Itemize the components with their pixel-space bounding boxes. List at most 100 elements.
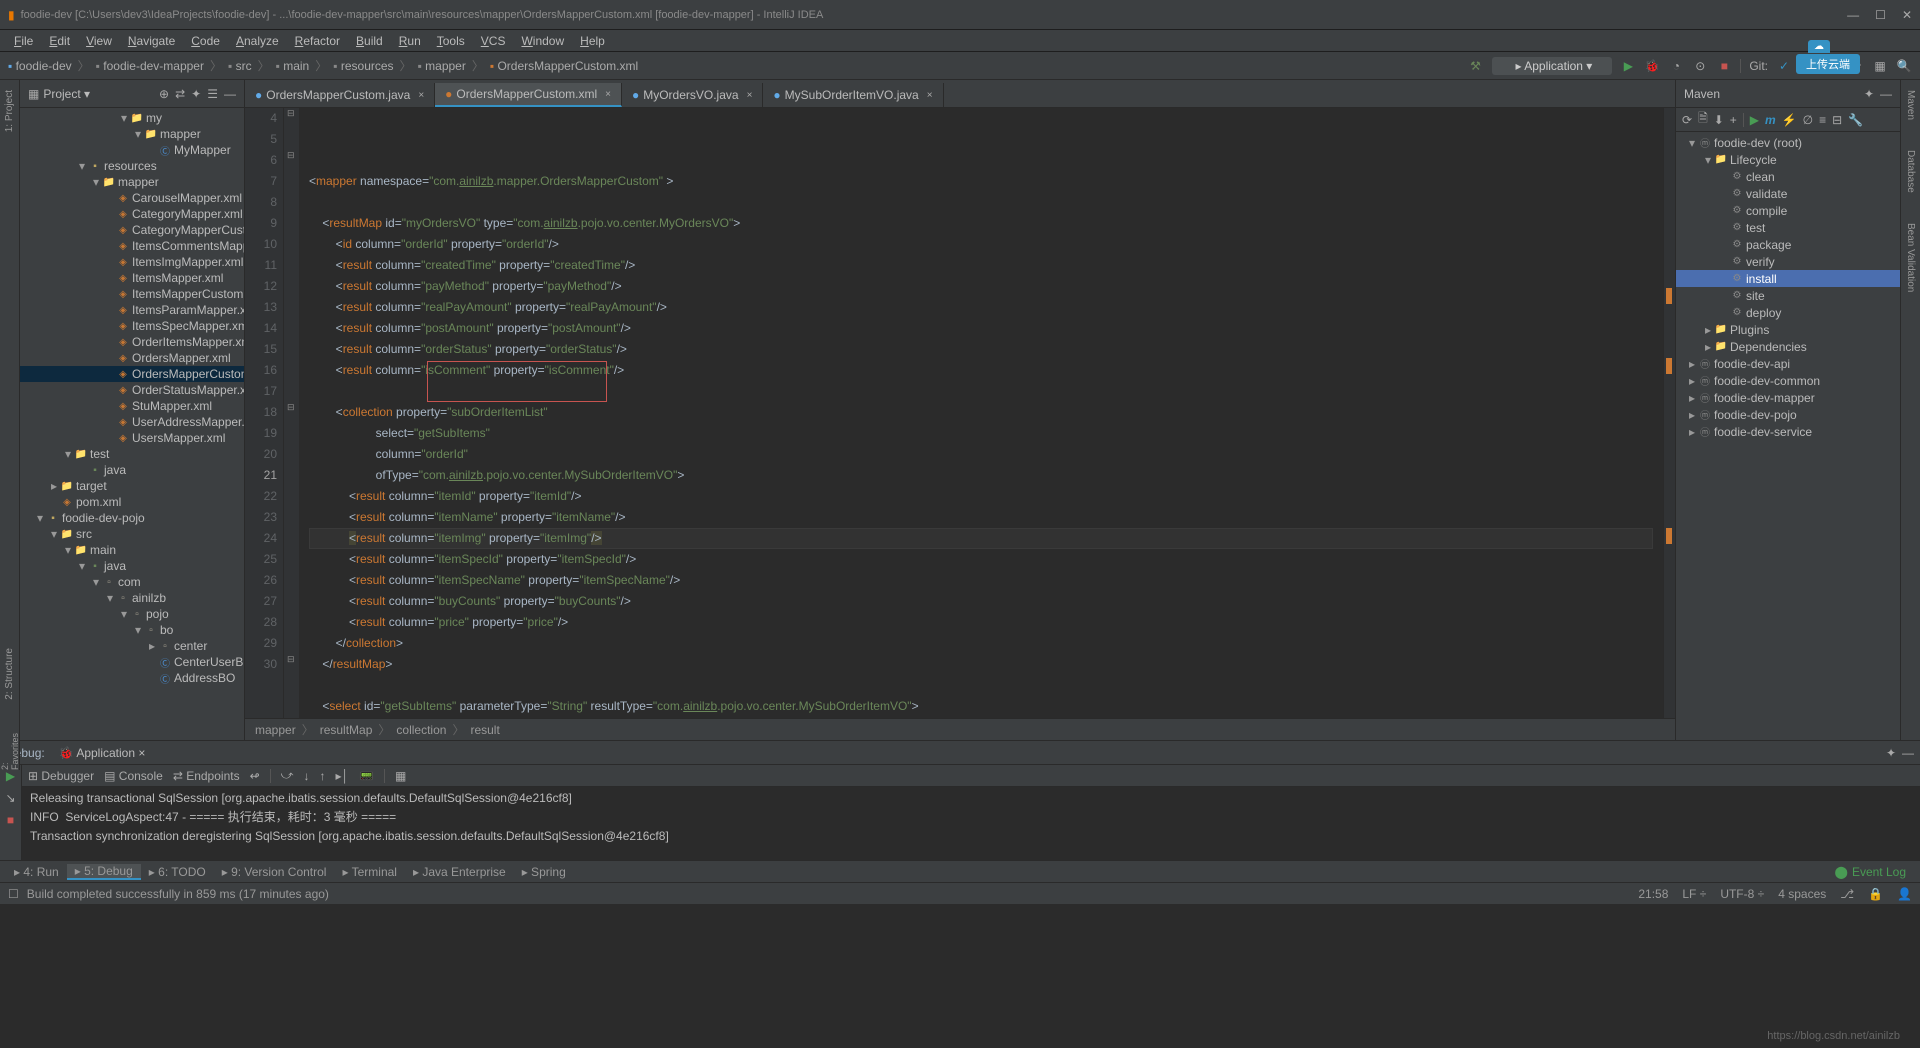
maven-item[interactable]: ▸ⓜfoodie-dev-mapper — [1676, 389, 1900, 406]
tool-6--todo[interactable]: ▸ 6: TODO — [141, 865, 214, 879]
tree-item[interactable]: ◈OrderItemsMapper.xml — [20, 334, 244, 350]
maven-item[interactable]: ⚙package — [1676, 236, 1900, 253]
indent[interactable]: 4 spaces — [1778, 887, 1826, 901]
menu-analyze[interactable]: Analyze — [228, 32, 287, 50]
event-log-button[interactable]: ⬤ Event Log — [1827, 865, 1914, 879]
project-tree[interactable]: ▾📁my▾📁mapperⒸMyMapper▾▪resources▾📁mapper… — [20, 108, 244, 740]
more-icon[interactable]: ▦ — [395, 769, 406, 783]
search-icon[interactable]: 🔍 — [1896, 58, 1912, 74]
tree-item[interactable]: ◈OrdersMapperCustom.xm — [20, 366, 244, 382]
menu-run[interactable]: Run — [391, 32, 429, 50]
add-icon[interactable]: + — [1730, 113, 1737, 127]
maven-settings2-icon[interactable]: 🔧 — [1848, 113, 1863, 127]
select-opened-icon[interactable]: ⊕ — [159, 87, 169, 101]
run-maven-icon[interactable]: ▶ — [1750, 113, 1759, 127]
collapse-icon[interactable]: ✦ — [191, 87, 201, 101]
tree-item[interactable]: ◈OrdersMapper.xml — [20, 350, 244, 366]
coverage-icon[interactable]: ◔ — [1668, 58, 1684, 74]
project-combo-icon[interactable]: ▦ — [28, 87, 39, 101]
tree-item[interactable]: ◈ItemsImgMapper.xml — [20, 254, 244, 270]
crumb-item[interactable]: ▪ mapper — [418, 59, 466, 73]
menu-help[interactable]: Help — [572, 32, 613, 50]
tree-item[interactable]: ⒸCenterUserB — [20, 654, 244, 670]
tree-item[interactable]: ◈UserAddressMapper.xml — [20, 414, 244, 430]
maven-item[interactable]: ⚙compile — [1676, 202, 1900, 219]
tree-item[interactable]: ▪java — [20, 462, 244, 478]
tree-item[interactable]: ◈ItemsParamMapper.xml — [20, 302, 244, 318]
inspector-icon[interactable]: 👤 — [1897, 887, 1912, 901]
tool-java-enterprise[interactable]: ▸ Java Enterprise — [405, 865, 514, 879]
rerun-icon[interactable]: ▶ — [6, 769, 15, 783]
download-icon[interactable]: ⬇ — [1714, 113, 1724, 127]
run-cursor-icon[interactable]: ▸│ — [335, 769, 349, 783]
tree-item[interactable]: ◈pom.xml — [20, 494, 244, 510]
tree-item[interactable]: ◈UsersMapper.xml — [20, 430, 244, 446]
run-icon[interactable]: ▶ — [1620, 58, 1636, 74]
tree-item[interactable]: ▾▫com — [20, 574, 244, 590]
maven-tree[interactable]: ▾ⓜfoodie-dev (root)▾📁Lifecycle⚙clean⚙val… — [1676, 132, 1900, 442]
collapse-all-icon[interactable]: ⊟ — [1832, 113, 1842, 127]
close-icon[interactable]: ✕ — [1902, 8, 1912, 22]
encoding[interactable]: UTF-8 ÷ — [1720, 887, 1764, 901]
menu-tools[interactable]: Tools — [429, 32, 473, 50]
tree-item[interactable]: ▾▫pojo — [20, 606, 244, 622]
show-deps-icon[interactable]: ≡ — [1819, 113, 1826, 127]
tree-item[interactable]: ▾📁my — [20, 110, 244, 126]
debug-icon[interactable]: 🐞 — [1644, 58, 1660, 74]
tree-item[interactable]: ▾▪resources — [20, 158, 244, 174]
resume-icon[interactable]: ↘ — [5, 791, 15, 805]
tree-item[interactable]: ▾📁main — [20, 542, 244, 558]
menu-build[interactable]: Build — [348, 32, 391, 50]
toggle-offline-icon[interactable]: ⚡ — [1782, 113, 1797, 127]
console-prev-icon[interactable]: ↫ — [250, 769, 260, 783]
menu-refactor[interactable]: Refactor — [287, 32, 348, 50]
hide-icon[interactable]: — — [224, 87, 236, 101]
menu-navigate[interactable]: Navigate — [120, 32, 183, 50]
breadcrumb-item[interactable]: collection — [396, 723, 446, 737]
menu-file[interactable]: File — [6, 32, 41, 50]
crumb-item[interactable]: ▪ src — [228, 59, 252, 73]
tree-item[interactable]: ◈StuMapper.xml — [20, 398, 244, 414]
favorites-tool-button[interactable]: 2: Favorites — [0, 730, 20, 770]
maven-item[interactable]: ▸📁Dependencies — [1676, 338, 1900, 355]
crumb-item[interactable]: ▪ foodie-dev — [8, 59, 72, 73]
line-separator[interactable]: LF ÷ — [1682, 887, 1706, 901]
cursor-position[interactable]: 21:58 — [1638, 887, 1668, 901]
crumb-item[interactable]: ▪ OrdersMapperCustom.xml — [490, 59, 638, 73]
fold-column[interactable]: ⊟ ⊟ ⊟ ⊟ — [283, 108, 299, 718]
settings-icon[interactable]: ☰ — [207, 87, 218, 101]
editor-breadcrumb[interactable]: mapper〉resultMap〉collection〉result — [245, 718, 1675, 740]
tree-item[interactable]: ◈CategoryMapper.xml — [20, 206, 244, 222]
menu-view[interactable]: View — [78, 32, 120, 50]
maven-item[interactable]: ⚙validate — [1676, 185, 1900, 202]
crumb-item[interactable]: ▪ main — [276, 59, 310, 73]
menu-edit[interactable]: Edit — [41, 32, 78, 50]
minimize-icon[interactable]: — — [1847, 8, 1859, 22]
project-tool-button[interactable]: 1: Project — [4, 90, 15, 132]
tree-item[interactable]: ▾📁mapper — [20, 174, 244, 190]
maven-settings-icon[interactable]: ✦ — [1864, 87, 1874, 101]
tree-item[interactable]: ▾📁src — [20, 526, 244, 542]
git-pull-icon[interactable]: ✓ — [1776, 58, 1792, 74]
tree-item[interactable]: ▾▪foodie-dev-pojo — [20, 510, 244, 526]
console-tab[interactable]: ▤ Console — [104, 769, 163, 783]
maven-item[interactable]: ⚙install — [1676, 270, 1900, 287]
structure-tool-button[interactable]: 2: Structure — [4, 648, 15, 700]
tree-item[interactable]: ▾📁mapper — [20, 126, 244, 142]
beanvalidation-tool-button[interactable]: Bean Validation — [1905, 223, 1916, 292]
maven-tool-button[interactable]: Maven — [1905, 90, 1916, 120]
code-editor[interactable]: <mapper namespace="com.ainilzb.mapper.Or… — [299, 108, 1663, 718]
tree-item[interactable]: ▾▫ainilzb — [20, 590, 244, 606]
breadcrumb-item[interactable]: resultMap — [320, 723, 373, 737]
maven-minimize-icon[interactable]: — — [1880, 87, 1892, 101]
editor-tab[interactable]: ●OrdersMapperCustom.xml× — [435, 83, 622, 107]
tree-item[interactable]: ◈ItemsCommentsMapper.x — [20, 238, 244, 254]
tool-9--version-control[interactable]: ▸ 9: Version Control — [214, 865, 335, 879]
tree-item[interactable]: ⒸMyMapper — [20, 142, 244, 158]
tool-spring[interactable]: ▸ Spring — [514, 865, 574, 879]
generate-icon[interactable]: 🗎 — [1698, 109, 1708, 130]
endpoints-tab[interactable]: ⇄ Endpoints — [173, 769, 240, 783]
tree-item[interactable]: ◈OrderStatusMapper.xml — [20, 382, 244, 398]
debug-settings-icon[interactable]: ✦ — [1886, 746, 1896, 760]
tree-item[interactable]: ▸▫center — [20, 638, 244, 654]
